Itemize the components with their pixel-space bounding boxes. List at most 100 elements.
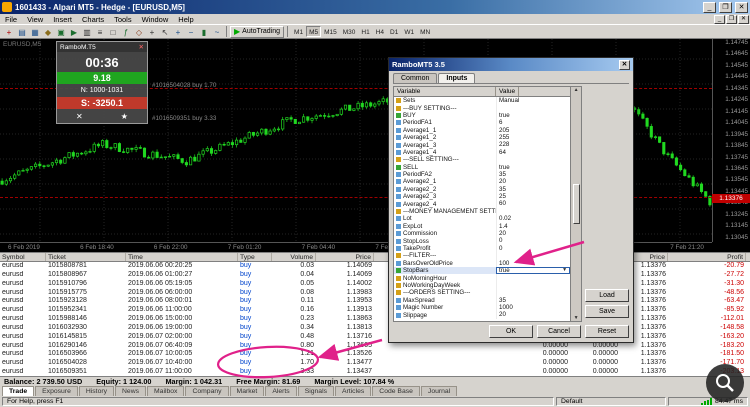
table-row[interactable]: eurusd10158087812019.06.06 00:20:25buy0.… (0, 262, 750, 271)
param-value[interactable]: 1000 (496, 304, 570, 311)
navigator-icon[interactable]: ◆ (42, 26, 54, 38)
table-row[interactable]: eurusd10159231282019.06.06 08:00:01buy0.… (0, 297, 750, 306)
param-row[interactable]: Commission20 (394, 230, 570, 237)
param-value[interactable]: 64 (496, 149, 570, 156)
ea-close-trades-icon[interactable]: ✕ (76, 112, 83, 121)
timeframe-mn[interactable]: MN (417, 26, 433, 37)
menu-tools[interactable]: Tools (109, 15, 137, 24)
param-value[interactable]: 0.02 (496, 215, 570, 222)
table-row[interactable]: eurusd10159523412019.06.06 11:00:00buy0.… (0, 306, 750, 315)
autotrading-button[interactable]: ▶ AutoTrading (230, 26, 284, 38)
indicators-icon[interactable]: ƒ (120, 26, 132, 38)
param-row[interactable]: StopLoss0 (394, 237, 570, 244)
param-row[interactable]: Average1_3228 (394, 141, 570, 148)
param-value[interactable] (496, 156, 570, 163)
zoom-in-icon[interactable]: + (172, 26, 184, 38)
param-row[interactable]: PeriodFA16 (394, 119, 570, 126)
param-value[interactable]: 0 (496, 245, 570, 252)
tab-mailbox[interactable]: Mailbox (147, 386, 184, 396)
param-value[interactable]: 60 (496, 200, 570, 207)
tab-company[interactable]: Company (185, 386, 228, 396)
child-restore-button[interactable]: ❐ (726, 15, 737, 24)
menu-file[interactable]: File (0, 15, 22, 24)
param-row[interactable]: Average1_2255 (394, 134, 570, 141)
param-value[interactable]: 100 (496, 260, 570, 267)
column-header-profit[interactable]: Profit (668, 253, 746, 261)
param-row[interactable]: ---MONEY MANAGEMENT SETTING--- (394, 208, 570, 215)
column-header-price[interactable]: Price (316, 253, 374, 261)
timeframe-m5[interactable]: M5 (306, 26, 321, 37)
dialog-tab-inputs[interactable]: Inputs (438, 73, 475, 83)
param-row[interactable]: ---SELL SETTING--- (394, 156, 570, 163)
tab-history[interactable]: History (79, 386, 114, 396)
table-row[interactable]: eurusd10165040282019.06.07 10:40:00buy1.… (0, 359, 750, 368)
param-value[interactable]: 35 (496, 297, 570, 304)
dialog-tab-common[interactable]: Common (393, 73, 437, 83)
tab-exposure[interactable]: Exposure (35, 386, 78, 396)
minimize-button[interactable]: _ (703, 2, 716, 13)
menu-help[interactable]: Help (173, 15, 198, 24)
tab-code-base[interactable]: Code Base (372, 386, 420, 396)
column-header-type[interactable]: Type (238, 253, 272, 261)
param-value[interactable]: 1.4 (496, 223, 570, 230)
param-value[interactable]: 0 (496, 237, 570, 244)
param-value[interactable]: 35 (496, 186, 570, 193)
close-button[interactable]: ✕ (735, 2, 748, 13)
dialog-titlebar[interactable]: RamboMT5 3.5 ✕ (389, 58, 633, 71)
menu-insert[interactable]: Insert (48, 15, 77, 24)
param-row[interactable]: Average2_325 (394, 193, 570, 200)
ea-star-icon[interactable]: ★ (121, 112, 128, 121)
fullscreen-icon[interactable]: □ (107, 26, 119, 38)
param-value[interactable]: true▼ (496, 267, 570, 274)
tab-articles[interactable]: Articles (335, 386, 371, 396)
crosshair-icon[interactable]: + (146, 26, 158, 38)
param-value[interactable]: true (496, 112, 570, 119)
table-row[interactable]: eurusd10165039662019.06.07 10:00:05buy1.… (0, 350, 750, 359)
table-row[interactable]: eurusd10159881462019.06.06 15:00:00buy0.… (0, 315, 750, 324)
child-close-button[interactable]: ✕ (738, 15, 749, 24)
column-header-symbol[interactable]: Symbol (0, 253, 46, 261)
param-row[interactable]: Average1_1205 (394, 127, 570, 134)
tab-news[interactable]: News (115, 386, 146, 396)
status-profile[interactable]: Default (556, 397, 666, 406)
param-row[interactable]: Average2_120 (394, 178, 570, 185)
param-row[interactable]: BUYtrue (394, 112, 570, 119)
candle-chart-icon[interactable]: ▮ (198, 26, 210, 38)
chevron-down-icon[interactable]: ▼ (562, 267, 567, 274)
table-row[interactable]: eurusd10160329302019.06.06 19:00:00buy0.… (0, 324, 750, 333)
data-window-icon[interactable]: ▦ (29, 26, 41, 38)
param-row[interactable]: Magic Number1000 (394, 304, 570, 311)
timeframe-m30[interactable]: M30 (340, 26, 359, 37)
column-variable[interactable]: Variable (394, 87, 496, 96)
param-value[interactable] (496, 104, 570, 111)
param-row[interactable]: SELLtrue (394, 164, 570, 171)
timeframe-w1[interactable]: W1 (401, 26, 417, 37)
timeframe-d1[interactable]: D1 (387, 26, 401, 37)
param-value[interactable] (496, 208, 570, 215)
param-row[interactable]: Average1_464 (394, 149, 570, 156)
param-value[interactable]: 20 (496, 230, 570, 237)
column-value[interactable]: Value (496, 87, 519, 96)
param-row[interactable]: MaxSpread35 (394, 297, 570, 304)
tab-alerts[interactable]: Alerts (265, 386, 296, 396)
menu-charts[interactable]: Charts (77, 15, 109, 24)
load-button[interactable]: Load (585, 289, 629, 302)
scroll-down-icon[interactable]: ▼ (574, 315, 579, 321)
param-row[interactable]: ExpLot1.4 (394, 223, 570, 230)
param-value[interactable] (496, 274, 570, 281)
cancel-button[interactable]: Cancel (537, 325, 581, 338)
tab-market[interactable]: Market (230, 386, 265, 396)
table-row[interactable]: eurusd10159157752019.06.06 06:00:00buy0.… (0, 289, 750, 298)
column-header-time[interactable]: Time (126, 253, 238, 261)
toolbox-icon[interactable]: ▣ (55, 26, 67, 38)
menu-view[interactable]: View (22, 15, 48, 24)
scroll-thumb[interactable] (573, 184, 580, 224)
param-value[interactable] (496, 289, 570, 296)
param-row[interactable]: ---ORDERS SETTING--- (394, 289, 570, 296)
table-row[interactable]: eurusd10159107962019.06.06 05:19:05buy0.… (0, 280, 750, 289)
child-minimize-button[interactable]: _ (714, 15, 725, 24)
param-row[interactable]: StopBarstrue▼ (394, 267, 570, 274)
line-chart-icon[interactable]: ~ (211, 26, 223, 38)
param-row[interactable]: NoWorkingDayWeek (394, 282, 570, 289)
param-row[interactable]: Average2_460 (394, 200, 570, 207)
